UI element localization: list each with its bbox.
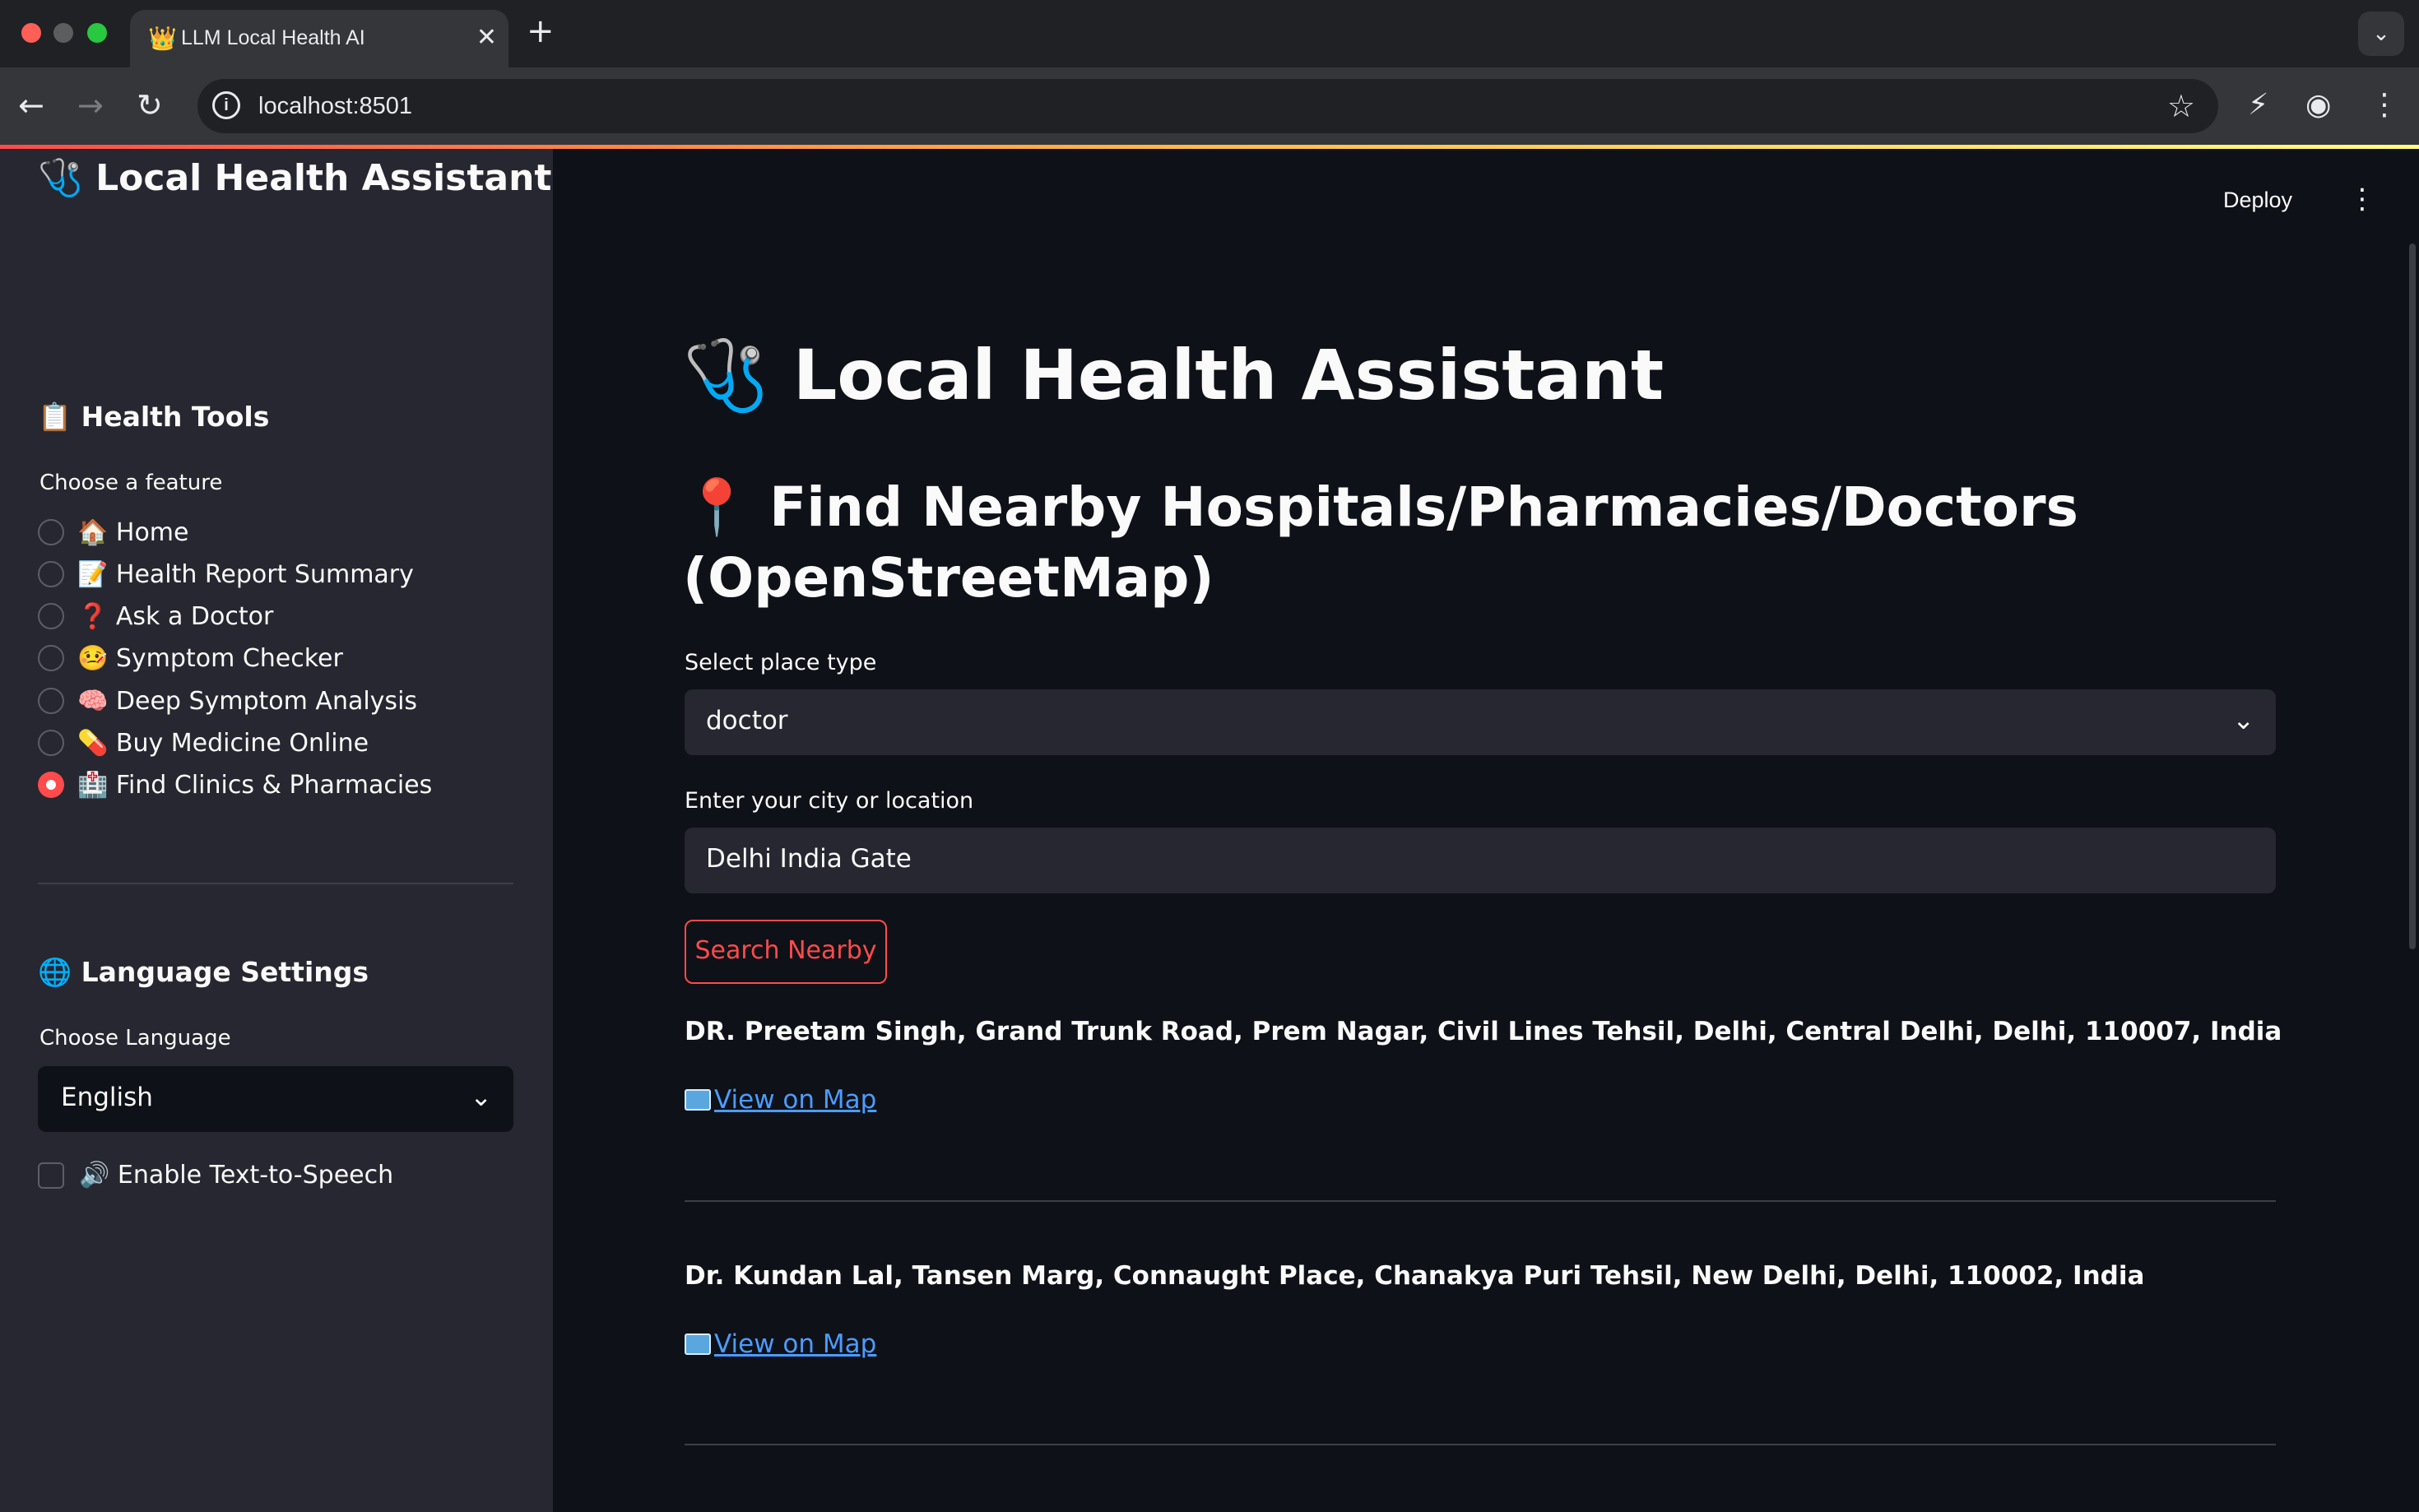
new-tab-icon[interactable]: + bbox=[527, 13, 555, 49]
view-on-map-label[interactable]: View on Map bbox=[714, 1329, 876, 1359]
language-select[interactable]: English ⌄ bbox=[38, 1066, 513, 1132]
info-icon[interactable]: i bbox=[212, 91, 240, 119]
radio-label: 🧠 Deep Symptom Analysis bbox=[77, 686, 418, 716]
radio-label: ❓ Ask a Doctor bbox=[77, 601, 274, 631]
page-title: 🩺 Local Health Assistant bbox=[683, 335, 1665, 415]
forward-icon[interactable]: → bbox=[77, 86, 104, 125]
radio-option-deep-symptom-analysis[interactable]: 🧠 Deep Symptom Analysis bbox=[38, 684, 417, 717]
close-window-button[interactable] bbox=[21, 23, 41, 43]
radio-option-health-report-summary[interactable]: 📝 Health Report Summary bbox=[38, 558, 414, 591]
sidebar-title: 🩺 Local Health Assistant bbox=[38, 157, 552, 199]
sidebar-divider bbox=[38, 883, 513, 884]
star-icon[interactable]: ☆ bbox=[2167, 87, 2195, 125]
radio-option-symptom-checker[interactable]: 🤒 Symptom Checker bbox=[38, 642, 343, 675]
result-divider bbox=[685, 1200, 2276, 1202]
tts-checkbox-row[interactable]: 🔊 Enable Text-to-Speech bbox=[38, 1161, 393, 1190]
radio-option-home[interactable]: 🏠 Home bbox=[38, 516, 188, 549]
browser-tab-bar: 👑 LLM Local Health AI ✕ + ⌄ bbox=[0, 0, 2419, 67]
language-label: Choose Language bbox=[39, 1026, 231, 1051]
browser-toolbar: ← → ↻ i localhost:8501 ☆ ⚡ ◉ ⋮ bbox=[0, 67, 2419, 145]
radio-button-selected[interactable] bbox=[38, 772, 64, 798]
radio-button[interactable] bbox=[38, 603, 64, 629]
section-heading: 📍 Find Nearby Hospitals/Pharmacies/Docto… bbox=[683, 475, 2078, 610]
result-divider bbox=[685, 1444, 2276, 1445]
maximize-window-button[interactable] bbox=[87, 23, 107, 43]
url-text[interactable]: localhost:8501 bbox=[258, 90, 412, 122]
browser-tab[interactable]: 👑 LLM Local Health AI ✕ bbox=[130, 10, 508, 67]
radio-label: 🏥 Find Clinics & Pharmacies bbox=[77, 770, 433, 800]
reload-icon[interactable]: ↻ bbox=[137, 86, 163, 125]
radio-label: 📝 Health Report Summary bbox=[77, 559, 414, 589]
map-icon bbox=[685, 1089, 711, 1111]
view-on-map-link[interactable]: View on Map bbox=[685, 1085, 876, 1115]
feature-label: Choose a feature bbox=[39, 471, 223, 495]
radio-button[interactable] bbox=[38, 730, 64, 756]
place-type-select[interactable]: doctor ⌄ bbox=[685, 689, 2276, 755]
result-address: DR. Preetam Singh, Grand Trunk Road, Pre… bbox=[685, 1017, 2282, 1046]
profile-icon[interactable]: ◉ bbox=[2305, 86, 2331, 125]
map-icon bbox=[685, 1333, 711, 1355]
view-on-map-label[interactable]: View on Map bbox=[714, 1085, 876, 1115]
radio-option-buy-medicine-online[interactable]: 💊 Buy Medicine Online bbox=[38, 726, 369, 759]
radio-label: 🏠 Home bbox=[77, 517, 189, 547]
sidebar bbox=[0, 149, 553, 1512]
deploy-button[interactable]: Deploy bbox=[2223, 188, 2292, 213]
radio-button[interactable] bbox=[38, 519, 64, 545]
tts-checkbox[interactable] bbox=[38, 1162, 64, 1189]
radio-label: 🤒 Symptom Checker bbox=[77, 643, 343, 673]
chevron-down-icon: ⌄ bbox=[470, 1081, 492, 1112]
more-options-icon[interactable]: ⋮ bbox=[2348, 183, 2376, 216]
location-input-value[interactable]: Delhi India Gate bbox=[706, 844, 912, 874]
tab-title: LLM Local Health AI bbox=[181, 26, 365, 49]
place-type-label: Select place type bbox=[685, 650, 877, 675]
address-bar[interactable]: i localhost:8501 ☆ bbox=[197, 79, 2218, 133]
health-tools-heading: 📋 Health Tools bbox=[38, 401, 270, 433]
language-settings-heading: 🌐 Language Settings bbox=[38, 956, 369, 988]
result-address: Dr. Kundan Lal, Tansen Marg, Connaught P… bbox=[685, 1261, 2145, 1291]
radio-label: 💊 Buy Medicine Online bbox=[77, 728, 369, 758]
tts-label: 🔊 Enable Text-to-Speech bbox=[79, 1161, 394, 1190]
radio-button[interactable] bbox=[38, 688, 64, 714]
chevron-down-icon: ⌄ bbox=[2232, 704, 2254, 735]
place-type-value: doctor bbox=[706, 706, 788, 735]
radio-option-find-clinics-pharmacies[interactable]: 🏥 Find Clinics & Pharmacies bbox=[38, 768, 432, 801]
search-nearby-button[interactable]: Search Nearby bbox=[685, 920, 887, 984]
location-label: Enter your city or location bbox=[685, 788, 974, 814]
search-nearby-label: Search Nearby bbox=[694, 936, 877, 965]
radio-button[interactable] bbox=[38, 645, 64, 671]
scrollbar[interactable] bbox=[2409, 243, 2416, 949]
location-input[interactable]: Delhi India Gate bbox=[685, 828, 2276, 893]
radio-button[interactable] bbox=[38, 561, 64, 587]
back-icon[interactable]: ← bbox=[18, 86, 44, 125]
crown-icon: 👑 bbox=[148, 25, 177, 52]
minimize-window-button[interactable] bbox=[53, 23, 73, 43]
tab-search-icon[interactable]: ⌄ bbox=[2358, 12, 2404, 56]
radio-option-ask-a-doctor[interactable]: ❓ Ask a Doctor bbox=[38, 600, 273, 633]
view-on-map-link[interactable]: View on Map bbox=[685, 1329, 876, 1359]
menu-icon[interactable]: ⋮ bbox=[2370, 86, 2399, 125]
language-select-value: English bbox=[61, 1083, 153, 1112]
extension-icon[interactable]: ⚡ bbox=[2248, 86, 2268, 125]
close-tab-icon[interactable]: ✕ bbox=[476, 23, 497, 53]
